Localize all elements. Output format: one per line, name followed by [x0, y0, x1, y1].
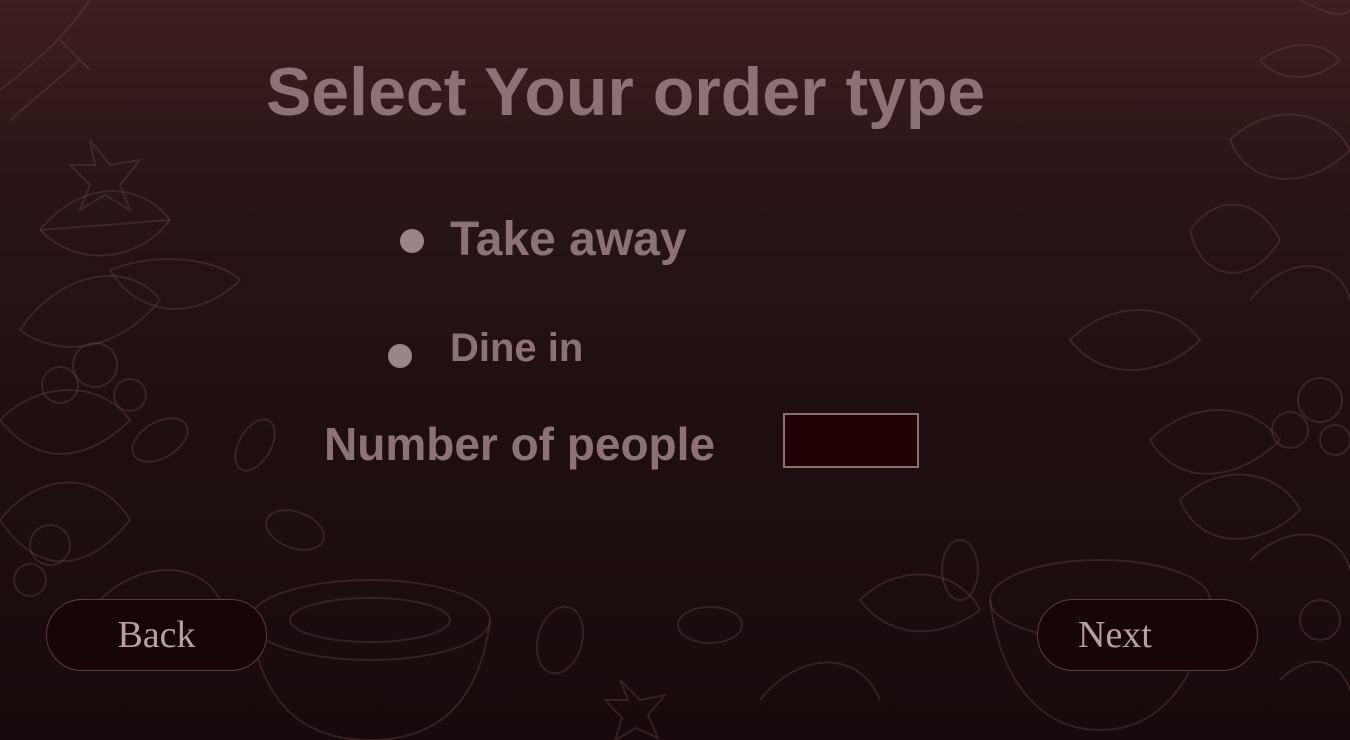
back-button[interactable]: Back	[46, 599, 267, 671]
number-of-people-input[interactable]	[783, 413, 919, 468]
radio-dot-icon[interactable]	[400, 229, 424, 253]
next-button[interactable]: Next	[1037, 599, 1258, 671]
order-type-label-take-away: Take away	[450, 213, 687, 266]
radio-dot-icon[interactable]	[388, 344, 412, 368]
order-type-label-dine-in: Dine in	[450, 326, 584, 370]
number-of-people-label: Number of people	[324, 418, 716, 470]
page-title: Select Your order type	[266, 54, 986, 130]
